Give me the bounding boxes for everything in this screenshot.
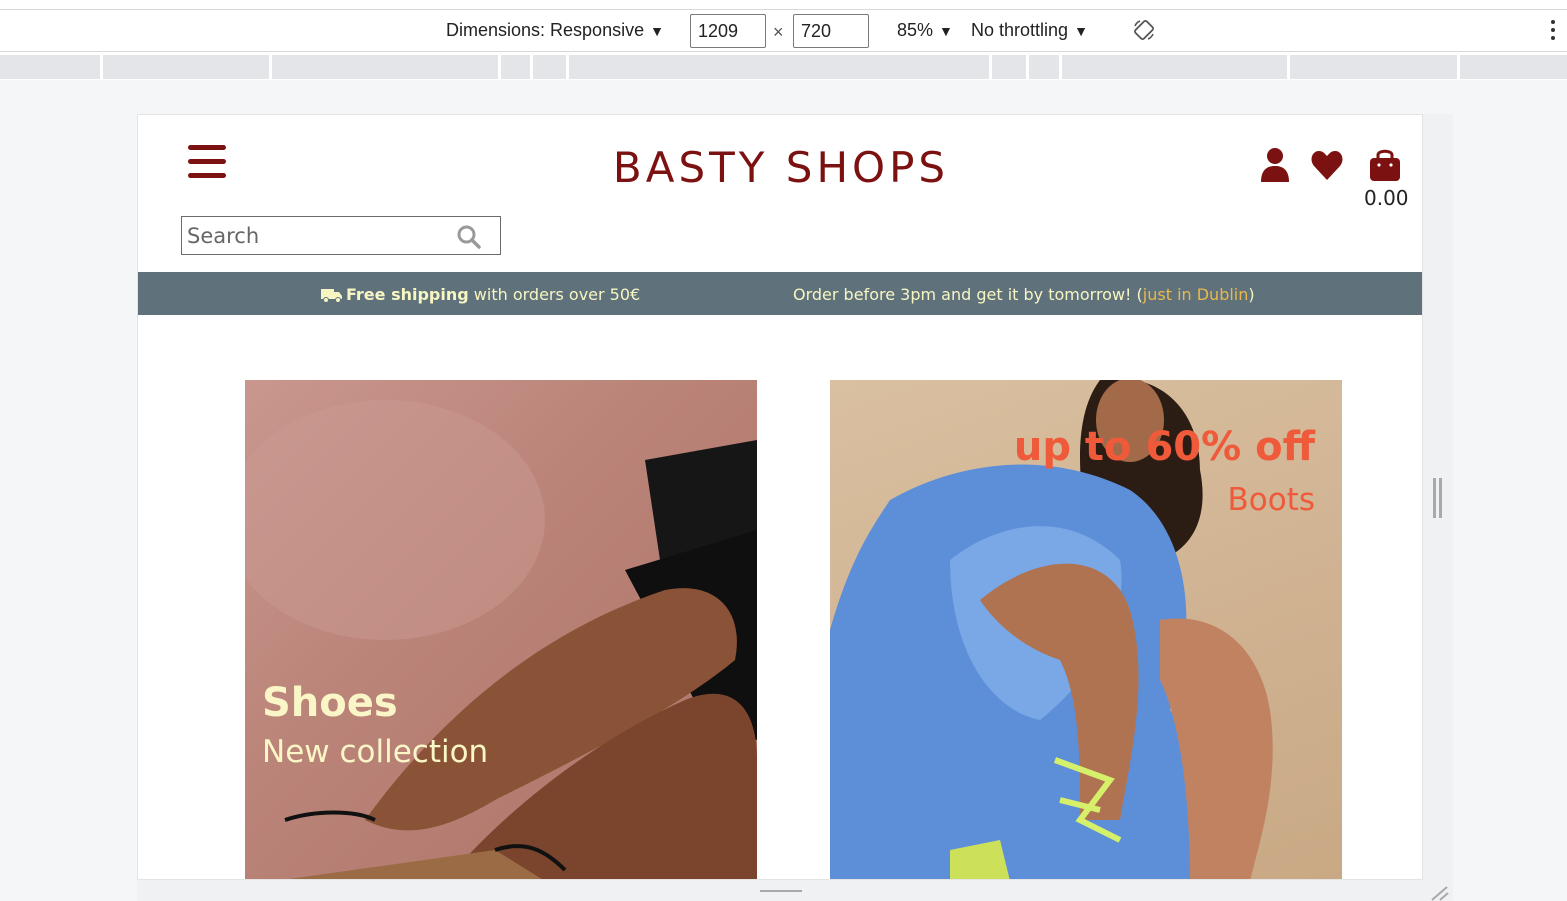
site-logo[interactable]: BASTY SHOPS: [138, 143, 1422, 192]
throttling-dropdown[interactable]: No throttling ▼: [971, 20, 1088, 41]
caret-down-icon: ▼: [1074, 23, 1088, 39]
heart-icon[interactable]: [1310, 147, 1344, 183]
free-shipping-note: Free shipping with orders over 50€: [321, 285, 640, 304]
caret-down-icon: ▼: [939, 23, 953, 39]
search-form: [181, 216, 501, 255]
emulated-page: BASTY SHOPS 0.00 Free shipping with orde…: [137, 114, 1423, 880]
delivery-text: Order before 3pm and get it by tomorrow!…: [793, 285, 1143, 304]
dimensions-label: Dimensions: Responsive: [446, 20, 645, 40]
free-shipping-text: with orders over 50€: [468, 285, 641, 304]
zoom-label: 85%: [897, 20, 934, 40]
more-options-icon[interactable]: [1547, 20, 1559, 44]
promo-card-boots[interactable]: up to 60% off Boots: [830, 380, 1342, 879]
cart-total: 0.00: [1364, 186, 1409, 210]
devtools-toolbar: Dimensions: Responsive ▼ × 85% ▼ No thrott…: [0, 0, 1567, 80]
throttling-label: No throttling: [971, 20, 1069, 40]
times-separator: ×: [773, 22, 784, 42]
shopping-bag-icon[interactable]: [1368, 147, 1402, 183]
zoom-dropdown[interactable]: 85% ▼: [897, 20, 953, 41]
truck-icon: [321, 289, 342, 303]
search-input[interactable]: [182, 217, 452, 254]
free-shipping-bold: Free shipping: [346, 285, 469, 304]
promo-subtitle: Boots: [1227, 482, 1315, 518]
delivery-end: ): [1248, 285, 1255, 304]
promo-subtitle: New collection: [262, 734, 489, 770]
search-icon[interactable]: [456, 224, 482, 250]
user-icon[interactable]: [1258, 147, 1292, 183]
promo-card-shoes[interactable]: Shoes New collection: [245, 380, 757, 879]
device-toolbar: Dimensions: Responsive ▼ × 85% ▼ No thrott…: [0, 9, 1567, 52]
media-query-ruler: [0, 55, 1567, 79]
caret-down-icon: ▼: [650, 23, 664, 39]
resize-handle-right[interactable]: [1433, 478, 1443, 518]
width-input[interactable]: [690, 14, 766, 48]
height-input[interactable]: [793, 14, 869, 48]
promo-title: up to 60% off: [1013, 424, 1315, 470]
promo-title: Shoes: [262, 680, 398, 726]
rotate-icon[interactable]: [1132, 18, 1156, 42]
delivery-highlight: just in Dublin: [1142, 285, 1249, 304]
promo-image-shoes: [245, 400, 757, 879]
dimensions-dropdown[interactable]: Dimensions: Responsive ▼: [446, 20, 664, 41]
delivery-note: Order before 3pm and get it by tomorrow!…: [793, 285, 1255, 304]
resize-handle-bottom[interactable]: [760, 890, 802, 900]
resize-corner-icon[interactable]: [1428, 884, 1450, 901]
shipping-banner: Free shipping with orders over 50€ Order…: [138, 272, 1422, 315]
